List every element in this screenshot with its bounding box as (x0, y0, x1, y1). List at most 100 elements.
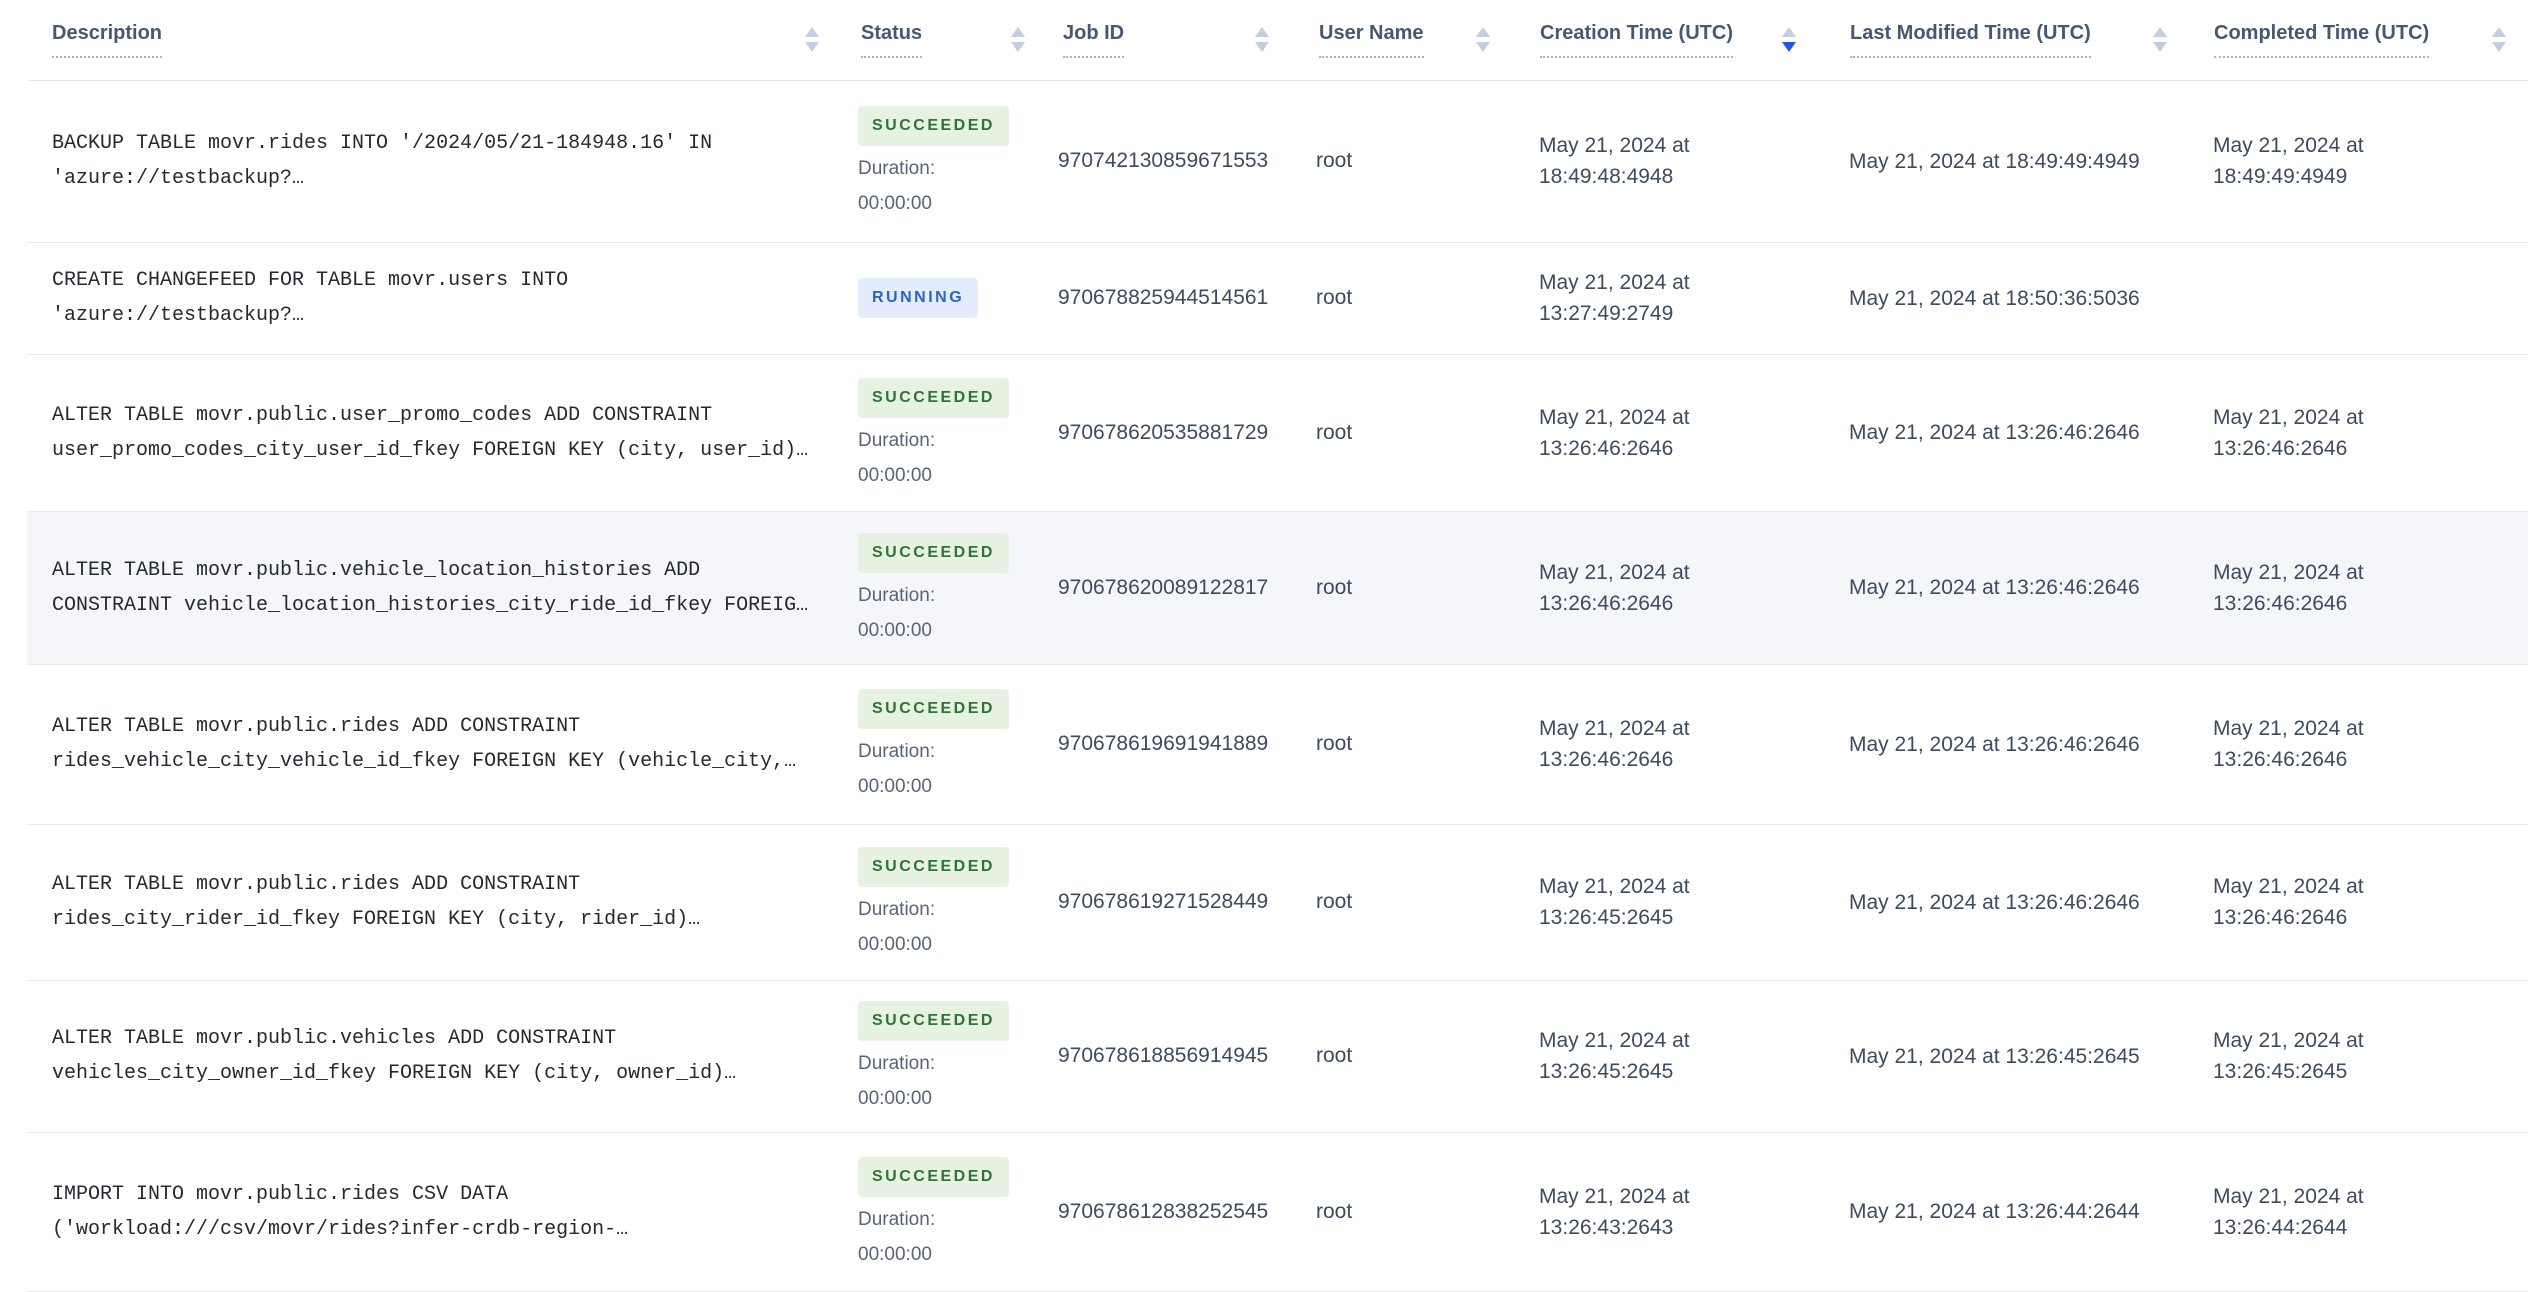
job-description-link[interactable]: BACKUP TABLE movr.rides INTO '/2024/05/2… (52, 126, 845, 196)
cell-user: root (1313, 511, 1535, 664)
duration-value: 00:00:00 (858, 193, 932, 214)
cell-status: SUCCEEDED Duration: 00:00:00 (855, 511, 1055, 664)
job-id: 970678619271528449 (1058, 890, 1269, 913)
column-header-inner: Status (855, 21, 1055, 59)
sort-icon (805, 27, 819, 53)
column-header-description[interactable]: Description (27, 0, 855, 81)
column-header-label: Description (52, 21, 163, 59)
status-stack: SUCCEEDED Duration: 00:00:00 (858, 532, 1055, 643)
column-header-user_name[interactable]: User Name (1313, 0, 1535, 81)
job-description-link[interactable]: IMPORT INTO movr.public.rides CSV DATA (… (52, 1177, 845, 1247)
job-id: 970678618856914945 (1058, 1044, 1269, 1067)
creation-time: May 21, 2024 at 13:27:49:2749 (1539, 271, 1690, 325)
table-row[interactable]: IMPORT INTO movr.public.rides CSV DATA (… (27, 1132, 2528, 1291)
user-name: root (1316, 286, 1353, 309)
job-description-link[interactable]: CREATE CHANGEFEED FOR TABLE movr.users I… (52, 263, 845, 333)
job-description-link[interactable]: ALTER TABLE movr.public.rides ADD CONSTR… (52, 867, 845, 937)
sort-up-arrow-icon (1476, 27, 1490, 38)
duration-label: Duration: (858, 429, 936, 451)
job-description-link[interactable]: ALTER TABLE movr.public.vehicle_location… (52, 553, 845, 623)
status-stack: SUCCEEDED Duration: 00:00:00 (858, 1001, 1055, 1111)
column-header-inner: Job ID (1055, 21, 1313, 59)
sort-down-arrow-icon (1782, 42, 1796, 53)
last-modified-time: May 21, 2024 at 13:26:45:2645 (1849, 1044, 2140, 1068)
sort-up-arrow-icon (2492, 27, 2506, 38)
cell-user: root (1313, 824, 1535, 980)
table-row[interactable]: ALTER TABLE movr.public.rides ADD CONSTR… (27, 824, 2528, 980)
last-modified-time: May 21, 2024 at 18:49:49:4949 (1849, 149, 2140, 173)
status-stack: SUCCEEDED Duration: 00:00:00 (858, 689, 1055, 799)
column-header-inner: Creation Time (UTC) (1535, 21, 1845, 59)
last-modified-time: May 21, 2024 at 13:26:46:2646 (1849, 576, 2140, 599)
column-header-job_id[interactable]: Job ID (1055, 0, 1313, 81)
sort-down-arrow-icon (1476, 42, 1490, 53)
cell-modified: May 21, 2024 at 13:26:46:2646 (1845, 511, 2209, 664)
job-description-link[interactable]: ALTER TABLE movr.public.user_promo_codes… (52, 398, 845, 468)
user-name: root (1316, 420, 1353, 444)
job-id: 970742130859671553 (1058, 149, 1269, 172)
cell-status: RUNNING (855, 242, 1055, 354)
table-row[interactable]: ALTER TABLE movr.public.rides ADD CONSTR… (27, 664, 2528, 824)
column-header-inner: Completed Time (UTC) (2209, 21, 2528, 59)
table-row[interactable]: ALTER TABLE movr.public.user_promo_codes… (27, 354, 2528, 511)
status-stack: SUCCEEDED Duration: 00:00:00 (858, 377, 1055, 488)
cell-status: SUCCEEDED Duration: 00:00:00 (855, 664, 1055, 824)
cell-creation: May 21, 2024 at 13:26:46:2646 (1535, 511, 1845, 664)
duration-value: 00:00:00 (858, 619, 932, 641)
column-header-label: Creation Time (UTC) (1540, 21, 1733, 59)
creation-time: May 21, 2024 at 13:26:46:2646 (1539, 405, 1690, 460)
status-badge: RUNNING (858, 278, 979, 318)
column-header-completed_time[interactable]: Completed Time (UTC) (2209, 0, 2528, 81)
job-description-link[interactable]: ALTER TABLE movr.public.rides ADD CONSTR… (52, 709, 845, 779)
completed-time: May 21, 2024 at 13:26:46:2646 (2213, 717, 2364, 771)
cell-status: SUCCEEDED Duration: 00:00:00 (855, 354, 1055, 511)
cell-completed: May 21, 2024 at 13:26:45:2645 (2209, 980, 2528, 1132)
cell-description: ALTER TABLE movr.public.rides ADD CONSTR… (27, 824, 855, 980)
column-header-label: Job ID (1063, 21, 1125, 59)
creation-time: May 21, 2024 at 18:49:48:4948 (1539, 134, 1690, 188)
cell-status: SUCCEEDED Duration: 00:00:00 (855, 824, 1055, 980)
table-row[interactable]: BACKUP TABLE movr.rides INTO '/2024/05/2… (27, 80, 2528, 242)
duration-label: Duration: (858, 1208, 936, 1230)
cell-jobid: 970678618856914945 (1055, 980, 1313, 1132)
table-row[interactable]: ALTER TABLE movr.public.vehicles ADD CON… (27, 980, 2528, 1132)
cell-status: SUCCEEDED Duration: 00:00:00 (855, 80, 1055, 242)
cell-jobid: 970678620535881729 (1055, 354, 1313, 511)
cell-user: root (1313, 980, 1535, 1132)
cell-description: IMPORT INTO movr.public.rides CSV DATA (… (27, 1132, 855, 1291)
column-header-status[interactable]: Status (855, 0, 1055, 81)
cell-modified: May 21, 2024 at 13:26:46:2646 (1845, 824, 2209, 980)
creation-time: May 21, 2024 at 13:26:45:2645 (1539, 875, 1690, 929)
cell-description: BACKUP TABLE movr.rides INTO '/2024/05/2… (27, 80, 855, 242)
cell-completed: May 21, 2024 at 13:26:46:2646 (2209, 511, 2528, 664)
duration-value: 00:00:00 (858, 934, 932, 955)
cell-completed: May 21, 2024 at 13:26:44:2644 (2209, 1132, 2528, 1291)
sort-down-arrow-icon (2492, 42, 2506, 53)
status-badge: SUCCEEDED (858, 377, 1009, 418)
column-header-label: Completed Time (UTC) (2214, 21, 2430, 59)
sort-down-arrow-icon (805, 42, 819, 53)
sort-icon (1476, 27, 1490, 53)
cell-completed: May 21, 2024 at 13:26:46:2646 (2209, 664, 2528, 824)
table-row[interactable]: CREATE CHANGEFEED FOR TABLE movr.users I… (27, 242, 2528, 354)
status-stack: SUCCEEDED Duration: 00:00:00 (858, 1156, 1055, 1267)
duration-label: Duration: (858, 158, 936, 179)
completed-time: May 21, 2024 at 13:26:46:2646 (2213, 875, 2364, 929)
sort-down-arrow-icon (1011, 42, 1025, 53)
user-name: root (1316, 890, 1353, 913)
cell-creation: May 21, 2024 at 18:49:48:4948 (1535, 80, 1845, 242)
sort-down-arrow-icon (2153, 42, 2167, 53)
cell-modified: May 21, 2024 at 18:49:49:4949 (1845, 80, 2209, 242)
duration-label: Duration: (858, 1053, 936, 1074)
last-modified-time: May 21, 2024 at 18:50:36:5036 (1849, 286, 2140, 310)
completed-time: May 21, 2024 at 18:49:49:4949 (2213, 134, 2364, 188)
job-id: 970678612838252545 (1058, 1199, 1269, 1223)
sort-icon (1255, 27, 1269, 53)
table-row[interactable]: ALTER TABLE movr.public.vehicle_location… (27, 511, 2528, 664)
jobs-table: Description Status Job ID User Name Creation… (27, 0, 2528, 1292)
job-description-link[interactable]: ALTER TABLE movr.public.vehicles ADD CON… (52, 1021, 845, 1091)
duration-label: Duration: (858, 741, 936, 762)
column-header-modified_time[interactable]: Last Modified Time (UTC) (1845, 0, 2209, 81)
column-header-creation_time[interactable]: Creation Time (UTC) (1535, 0, 1845, 81)
cell-status: SUCCEEDED Duration: 00:00:00 (855, 1132, 1055, 1291)
